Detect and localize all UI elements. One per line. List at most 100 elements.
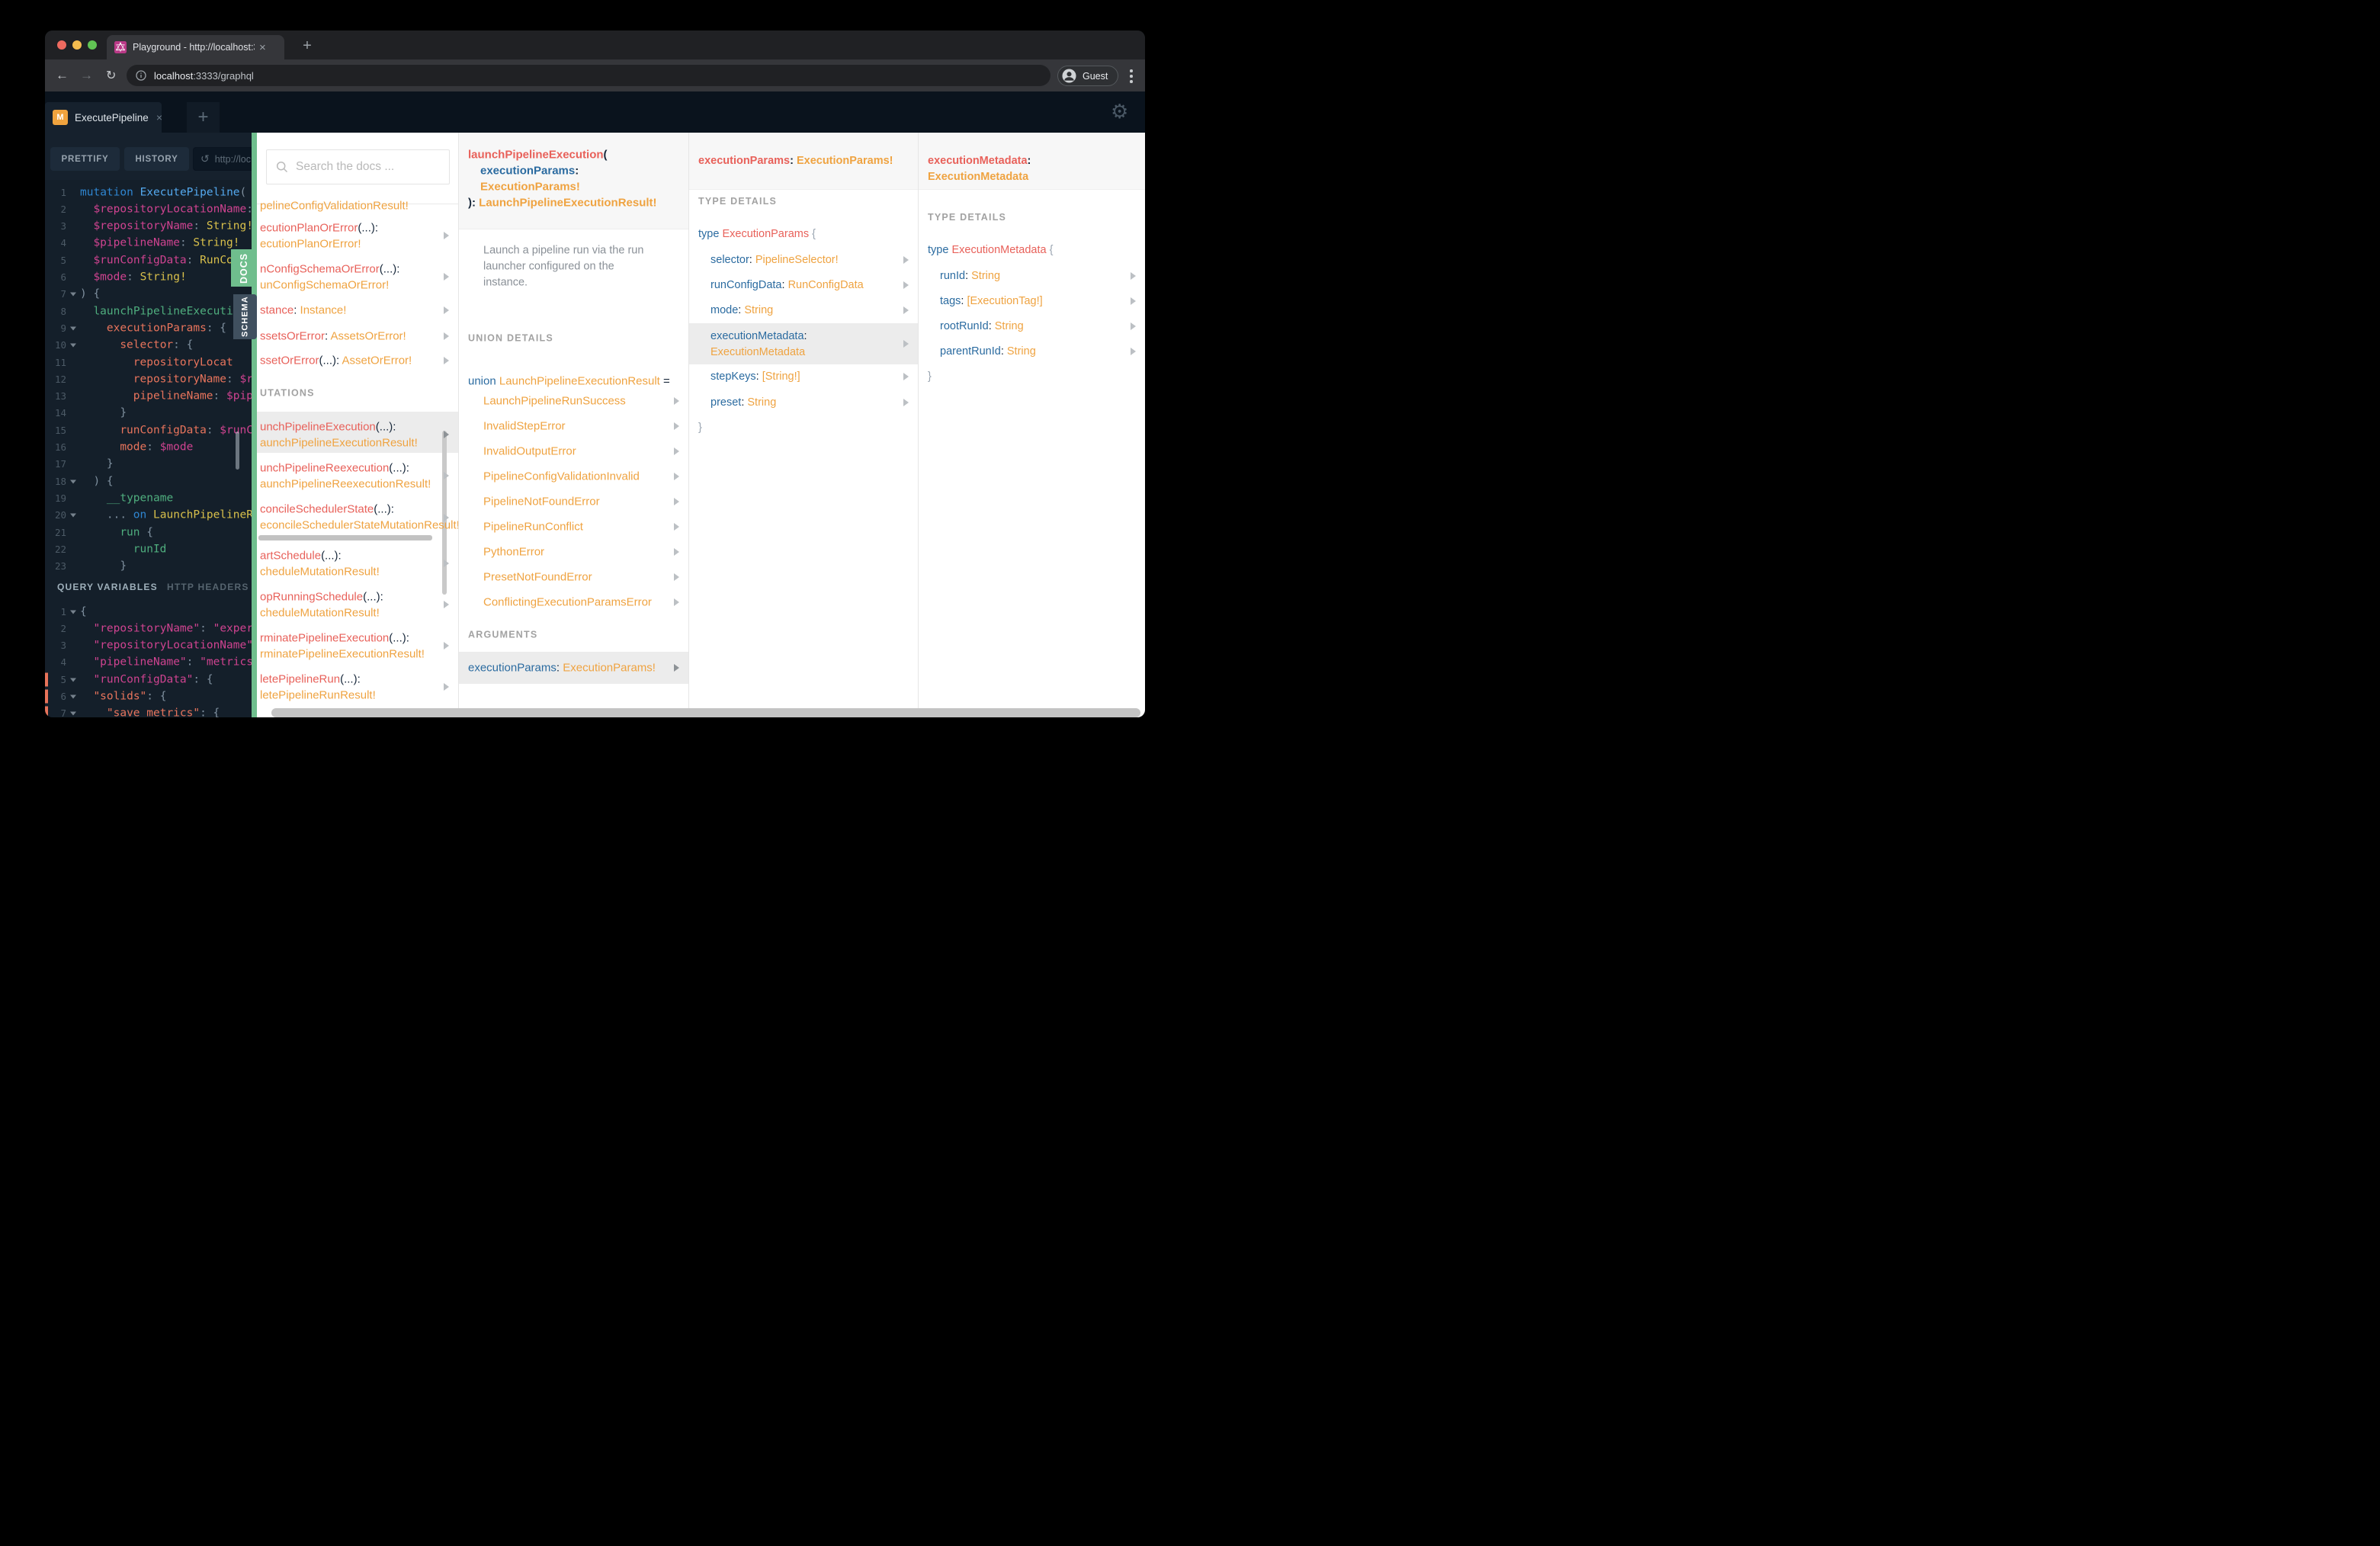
doc-item[interactable]: } xyxy=(928,370,932,383)
fold-caret-icon[interactable] xyxy=(70,513,76,518)
forward-button[interactable]: → xyxy=(80,59,93,91)
docs-list-hscrollbar[interactable] xyxy=(258,535,432,540)
doc-item[interactable]: Launch a pipeline run via the run xyxy=(483,244,643,257)
address-bar[interactable]: localhost:3333/graphql xyxy=(127,65,1050,86)
fold-caret-icon[interactable] xyxy=(70,694,76,699)
doc-item[interactable]: TYPE DETAILS xyxy=(928,211,1006,223)
doc-item[interactable]: PipelineNotFoundError xyxy=(483,496,600,508)
doc-item[interactable]: ssetsOrError: AssetsOrError! xyxy=(260,330,406,343)
fold-caret-icon[interactable] xyxy=(70,678,76,682)
doc-item[interactable]: pelineConfigValidationResult! xyxy=(260,200,409,213)
doc-item[interactable]: stance: Instance! xyxy=(260,304,346,317)
doc-item[interactable]: ): LaunchPipelineExecutionResult! xyxy=(468,197,657,210)
reload-button[interactable]: ↻ xyxy=(106,59,116,91)
doc-item[interactable]: ExecutionMetadata xyxy=(710,346,805,358)
doc-item[interactable]: preset: String xyxy=(710,396,776,409)
docs-panel-hscrollbar[interactable] xyxy=(271,708,1140,717)
fold-caret-icon[interactable] xyxy=(70,326,76,331)
fold-caret-icon[interactable] xyxy=(70,610,76,614)
docs-search-input[interactable]: Search the docs ... xyxy=(266,149,450,184)
back-button[interactable]: ← xyxy=(56,59,69,91)
doc-item[interactable]: } xyxy=(698,422,702,434)
doc-item[interactable]: executionParams: xyxy=(480,165,579,178)
playground-tab-close-icon[interactable]: × xyxy=(156,111,162,123)
doc-item[interactable]: launcher configured on the xyxy=(483,260,614,273)
doc-item[interactable]: executionMetadata: xyxy=(710,330,807,342)
doc-item[interactable]: cheduleMutationResult! xyxy=(260,566,380,579)
tab-query-variables[interactable]: QUERY VARIABLES xyxy=(57,582,158,592)
doc-item[interactable]: ARGUMENTS xyxy=(468,628,537,641)
playground-tab-executepipeline[interactable]: M ExecutePipeline × xyxy=(45,102,162,133)
doc-item[interactable]: rminatePipelineExecution(...): xyxy=(260,632,409,645)
doc-item[interactable]: unchPipelineExecution(...): xyxy=(260,421,396,434)
doc-item[interactable]: union LaunchPipelineExecutionResult = xyxy=(468,375,670,388)
window-minimize-button[interactable] xyxy=(72,40,82,50)
history-button[interactable]: HISTORY xyxy=(124,147,189,171)
doc-item[interactable]: rminatePipelineExecutionResult! xyxy=(260,648,425,661)
doc-item[interactable]: instance. xyxy=(483,276,528,289)
fold-caret-icon[interactable] xyxy=(70,343,76,348)
doc-item[interactable]: artSchedule(...): xyxy=(260,550,342,563)
browser-tab[interactable]: Playground - http://localhost:3 × xyxy=(107,35,284,59)
doc-item[interactable]: concileSchedulerState(...): xyxy=(260,503,394,516)
doc-item[interactable]: letePipelineRunResult! xyxy=(260,689,376,702)
doc-item[interactable]: PipelineRunConflict xyxy=(483,521,583,534)
doc-item[interactable]: UTATIONS xyxy=(260,386,315,399)
endpoint-reload-icon[interactable]: ↺ xyxy=(200,153,210,165)
info-icon[interactable] xyxy=(136,70,146,81)
doc-item[interactable]: ecutionPlanOrError! xyxy=(260,238,361,251)
doc-item[interactable]: mode: String xyxy=(710,304,773,316)
playground-new-tab-button[interactable]: + xyxy=(187,102,220,133)
doc-item[interactable]: unchPipelineReexecution(...): xyxy=(260,462,409,475)
docs-divider[interactable] xyxy=(252,133,257,717)
doc-item[interactable]: ExecutionParams! xyxy=(480,181,580,194)
tab-docs[interactable]: DOCS xyxy=(231,249,257,287)
doc-item[interactable]: nConfigSchemaOrError(...): xyxy=(260,263,399,276)
doc-item[interactable]: stepKeys: [String!] xyxy=(710,370,800,383)
doc-item[interactable]: ConflictingExecutionParamsError xyxy=(483,596,652,609)
browser-menu-button[interactable] xyxy=(1130,69,1133,85)
doc-item[interactable]: launchPipelineExecution( xyxy=(468,149,608,162)
doc-item[interactable]: PresetNotFoundError xyxy=(483,571,592,584)
prettify-button[interactable]: PRETTIFY xyxy=(50,147,120,171)
window-close-button[interactable] xyxy=(57,40,66,50)
doc-item[interactable]: type ExecutionParams { xyxy=(698,228,816,240)
doc-item[interactable]: selector: PipelineSelector! xyxy=(710,254,839,266)
doc-item[interactable]: rootRunId: String xyxy=(940,320,1024,332)
doc-item[interactable]: type ExecutionMetadata { xyxy=(928,244,1053,256)
doc-item[interactable]: ssetOrError(...): AssetOrError! xyxy=(260,354,412,367)
doc-item[interactable]: runId: String xyxy=(940,270,1000,282)
fold-caret-icon[interactable] xyxy=(70,480,76,484)
doc-item[interactable]: aunchPipelineReexecutionResult! xyxy=(260,478,431,491)
tab-http-headers[interactable]: HTTP HEADERS xyxy=(167,582,249,592)
doc-item[interactable]: runConfigData: RunConfigData xyxy=(710,279,864,291)
doc-item[interactable]: ecutionPlanOrError(...): xyxy=(260,222,378,235)
window-maximize-button[interactable] xyxy=(88,40,97,50)
doc-item[interactable]: PipelineConfigValidationInvalid xyxy=(483,470,640,483)
doc-item[interactable]: econcileSchedulerStateMutationResult! xyxy=(260,519,458,532)
doc-item[interactable]: executionParams: ExecutionParams! xyxy=(468,662,656,675)
doc-item[interactable]: executionMetadata: xyxy=(928,155,1031,167)
doc-item[interactable]: executionParams: ExecutionParams! xyxy=(698,155,893,167)
settings-gear-icon[interactable]: ⚙ xyxy=(1111,101,1128,123)
doc-item[interactable]: InvalidOutputError xyxy=(483,445,576,458)
doc-item[interactable]: tags: [ExecutionTag!] xyxy=(940,295,1043,307)
doc-item[interactable]: cheduleMutationResult! xyxy=(260,607,380,620)
doc-item[interactable]: letePipelineRun(...): xyxy=(260,673,361,686)
doc-item[interactable]: UNION DETAILS xyxy=(468,332,553,345)
doc-item[interactable]: opRunningSchedule(...): xyxy=(260,591,383,604)
new-tab-button[interactable]: + xyxy=(297,35,318,56)
endpoint-input[interactable]: ↺ http://loc xyxy=(193,147,252,171)
doc-item[interactable]: aunchPipelineExecutionResult! xyxy=(260,437,418,450)
doc-item[interactable]: TYPE DETAILS xyxy=(698,195,777,207)
doc-item[interactable]: ExecutionMetadata xyxy=(928,171,1028,183)
doc-item[interactable]: PythonError xyxy=(483,546,544,559)
profile-button[interactable]: Guest xyxy=(1057,66,1118,86)
doc-item[interactable]: InvalidStepError xyxy=(483,420,566,433)
fold-caret-icon[interactable] xyxy=(70,292,76,297)
doc-item[interactable]: parentRunId: String xyxy=(940,345,1036,358)
editor-scrollbar[interactable] xyxy=(236,431,239,470)
fold-caret-icon[interactable] xyxy=(70,711,76,716)
doc-item[interactable]: LaunchPipelineRunSuccess xyxy=(483,395,626,408)
tab-close-icon[interactable]: × xyxy=(259,42,266,53)
